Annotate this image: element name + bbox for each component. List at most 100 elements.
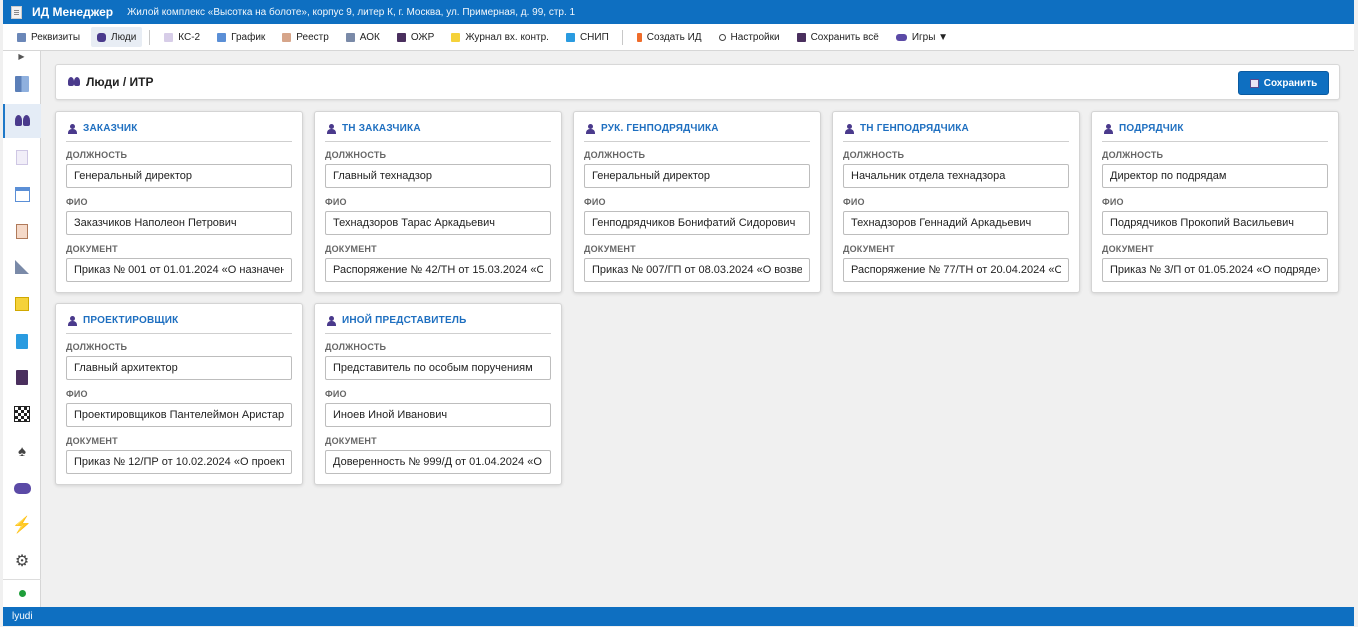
position-label: ДОЛЖНОСТЬ	[325, 342, 387, 352]
toolbar-aok[interactable]: АОК	[340, 27, 386, 47]
user-icon	[68, 123, 77, 134]
position-input[interactable]	[1102, 164, 1328, 188]
toolbar-snip[interactable]: СНИП	[560, 27, 615, 47]
position-label: ДОЛЖНОСТЬ	[1102, 150, 1164, 160]
bolt-icon: ⚡	[12, 517, 32, 534]
sidebar-item-aok[interactable]	[3, 250, 41, 284]
toolbar-lyudi[interactable]: Люди	[91, 27, 143, 47]
clipboard-icon	[282, 32, 292, 42]
sidebar-item-grafik[interactable]	[3, 177, 41, 211]
building-icon	[15, 76, 29, 92]
card-title: ПРОЕКТИРОВЩИК	[83, 315, 179, 326]
fio-input[interactable]	[66, 403, 292, 427]
person-card-tn-genpodryadchika: ТН ГЕНПОДРЯДЧИКА ДОЛЖНОСТЬ ФИО ДОКУМЕНТ	[832, 111, 1080, 293]
title-bar: ИД Менеджер Жилой комплекс «Высотка на б…	[3, 0, 1354, 24]
person-card-ruk-genpodryadchika: РУК. ГЕНПОДРЯДЧИКА ДОЛЖНОСТЬ ФИО ДОКУМЕНТ	[573, 111, 821, 293]
blue-book-icon	[565, 32, 575, 42]
toolbar-rekvizity[interactable]: Реквизиты	[11, 27, 86, 47]
sidebar-item-checkers[interactable]	[3, 397, 41, 431]
fio-label: ФИО	[66, 389, 88, 399]
user-icon	[68, 315, 77, 326]
card-title: ЗАКАЗЧИК	[83, 123, 138, 134]
user-icon	[586, 123, 595, 134]
sidebar-item-games[interactable]	[3, 471, 41, 505]
toolbar-save-all[interactable]: Сохранить всё	[791, 27, 885, 47]
position-input[interactable]	[66, 356, 292, 380]
card-header: ТН ГЕНПОДРЯДЧИКА	[843, 116, 1069, 142]
document-label: ДОКУМЕНТ	[843, 244, 895, 254]
position-label: ДОЛЖНОСТЬ	[325, 150, 387, 160]
sidebar-item-settings[interactable]: ⚙	[3, 544, 41, 578]
sidebar-item-snip[interactable]	[3, 324, 41, 358]
building-icon	[17, 32, 26, 42]
fio-input[interactable]	[1102, 211, 1328, 235]
sidebar-item-reestr[interactable]	[3, 214, 41, 248]
floppy-icon	[1249, 78, 1259, 88]
document-input[interactable]	[66, 258, 292, 282]
position-input[interactable]	[584, 164, 810, 188]
document-label: ДОКУМЕНТ	[584, 244, 636, 254]
toolbar-reestr[interactable]: Реестр	[276, 27, 335, 47]
position-input[interactable]	[66, 164, 292, 188]
dark-book-icon	[396, 32, 406, 42]
toolbar-create-id[interactable]: Создать ИД	[631, 27, 708, 47]
document-label: ДОКУМЕНТ	[1102, 244, 1154, 254]
ruler-icon	[15, 260, 29, 274]
document-label: ДОКУМЕНТ	[66, 436, 118, 446]
toolbar-games[interactable]: Игры ▼	[890, 27, 954, 47]
position-input[interactable]	[843, 164, 1069, 188]
fio-input[interactable]	[325, 403, 551, 427]
fio-input[interactable]	[66, 211, 292, 235]
user-icon	[327, 123, 336, 134]
status-dot-icon	[18, 590, 26, 597]
blue-book-icon	[16, 333, 28, 349]
toolbar-zhurnal[interactable]: Журнал вх. контр.	[445, 27, 555, 47]
sidebar-toggle[interactable]: ▶	[3, 51, 40, 62]
sidebar-item-ks2[interactable]	[3, 140, 41, 174]
document-input[interactable]	[1102, 258, 1328, 282]
fio-label: ФИО	[66, 197, 88, 207]
fio-input[interactable]	[843, 211, 1069, 235]
dark-book-icon	[16, 369, 28, 385]
sidebar-item-cards[interactable]: ♠	[3, 434, 41, 468]
toolbar-ozhr[interactable]: ОЖР	[391, 27, 440, 47]
note-icon	[451, 32, 461, 42]
people-icon	[15, 115, 31, 127]
gear-icon: ⚙	[14, 553, 30, 570]
card-header: ИНОЙ ПРЕДСТАВИТЕЛЬ	[325, 308, 551, 334]
main-content: Люди / ИТР Сохранить ЗАКАЗЧИК ДОЛЖНОСТЬ ФИ…	[41, 51, 1354, 607]
people-icon	[68, 77, 81, 87]
toolbar-divider	[149, 29, 151, 45]
fio-label: ФИО	[1102, 197, 1124, 207]
position-label: ДОЛЖНОСТЬ	[66, 150, 128, 160]
toolbar-ks2[interactable]: КС-2	[158, 27, 206, 47]
sidebar-item-ozhr[interactable]	[3, 360, 41, 394]
position-input[interactable]	[325, 164, 551, 188]
page-header: Люди / ИТР Сохранить	[55, 64, 1340, 100]
spade-icon: ♠	[18, 442, 26, 460]
fio-input[interactable]	[584, 211, 810, 235]
sidebar-item-lyudi[interactable]	[3, 104, 41, 138]
card-title: РУК. ГЕНПОДРЯДЧИКА	[601, 123, 719, 134]
fio-label: ФИО	[325, 389, 347, 399]
card-header: РУК. ГЕНПОДРЯДЧИКА	[584, 116, 810, 142]
document-input[interactable]	[325, 258, 551, 282]
card-header: ТН ЗАКАЗЧИКА	[325, 116, 551, 142]
toolbar-grafik[interactable]: График	[211, 27, 271, 47]
card-title: ТН ГЕНПОДРЯДЧИКА	[860, 123, 969, 134]
position-input[interactable]	[325, 356, 551, 380]
save-button[interactable]: Сохранить	[1238, 71, 1329, 95]
toolbar-settings[interactable]: Настройки	[713, 27, 786, 47]
sidebar-item-zhurnal[interactable]	[3, 287, 41, 321]
sidebar-item-create-id[interactable]: ⚡	[3, 508, 41, 542]
document-icon	[16, 149, 28, 165]
fio-input[interactable]	[325, 211, 551, 235]
document-input[interactable]	[843, 258, 1069, 282]
document-input[interactable]	[325, 450, 551, 474]
gamepad-icon	[895, 33, 907, 41]
document-input[interactable]	[66, 450, 292, 474]
card-title: ТН ЗАКАЗЧИКА	[342, 123, 421, 134]
sidebar-item-rekvizity[interactable]	[3, 67, 41, 101]
document-input[interactable]	[584, 258, 810, 282]
user-icon	[1104, 123, 1113, 134]
